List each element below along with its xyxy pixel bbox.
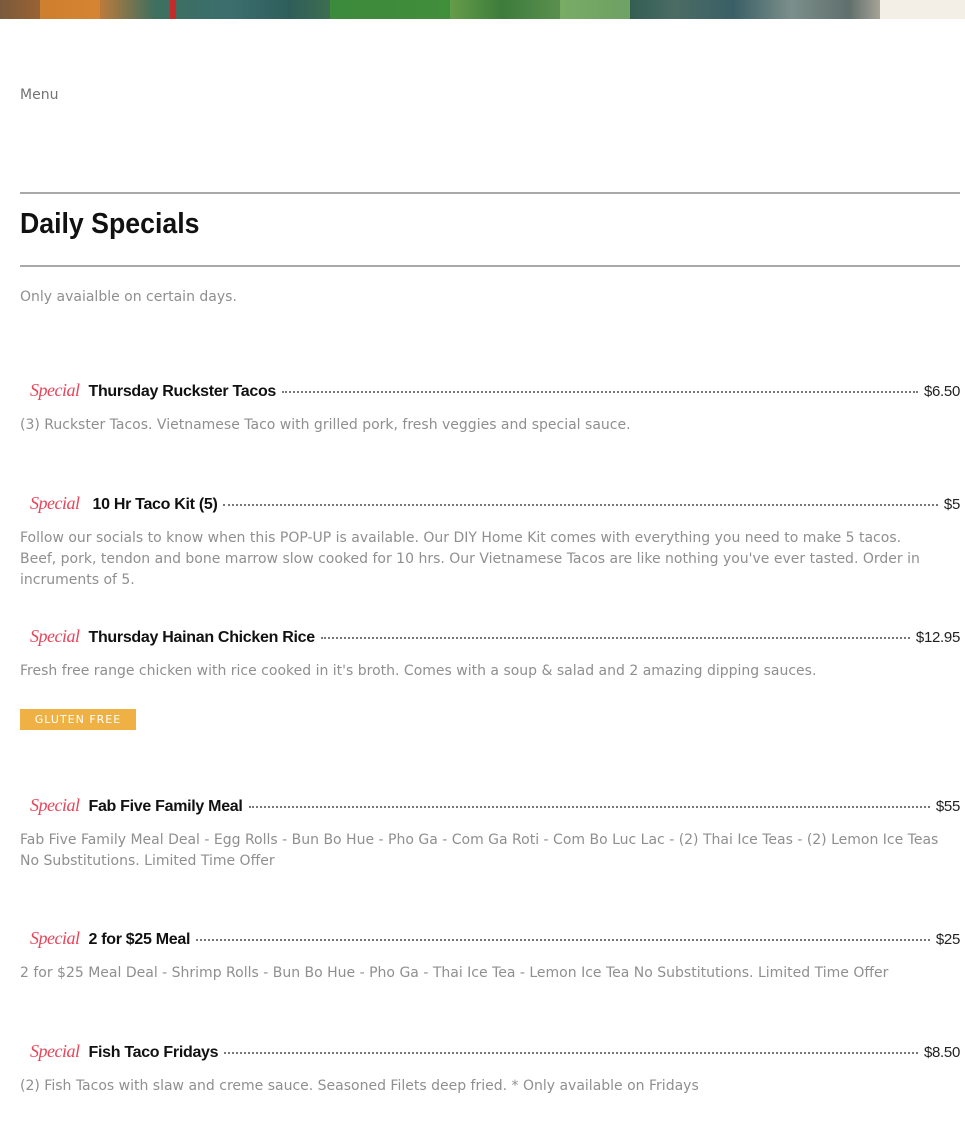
menu-item-name: Fab Five Family Meal	[88, 798, 243, 815]
menu-item: Special Thursday Ruckster Tacos $6.50 (3…	[20, 380, 960, 436]
menu-item-name: 10 Hr Taco Kit (5)	[92, 496, 218, 513]
menu-item-description: (2) Fish Tacos with slaw and creme sauce…	[20, 1078, 699, 1094]
section-divider-bottom	[20, 265, 960, 267]
menu-item-description: (3) Ruckster Tacos. Vietnamese Taco with…	[20, 417, 631, 433]
special-badge: Special	[30, 380, 80, 400]
special-badge: Special	[30, 626, 80, 646]
menu-item: Special 2 for $25 Meal $25 2 for $25 Mea…	[20, 928, 960, 984]
special-badge: Special	[30, 928, 80, 948]
section-title: Daily Specials	[20, 208, 200, 240]
menu-item-price: $5	[943, 496, 960, 513]
section-divider-top	[20, 192, 960, 194]
menu-item: Special Fish Taco Fridays $8.50 (2) Fish…	[20, 1041, 960, 1097]
special-badge: Special	[30, 493, 80, 513]
dot-leader	[248, 794, 930, 808]
dot-leader	[282, 379, 918, 393]
gluten-free-tag: GLUTEN FREE	[20, 709, 136, 730]
menu-item: Special Fab Five Family Meal $55 Fab Fiv…	[20, 795, 960, 872]
section-description: Only avaialble on certain days.	[20, 289, 237, 305]
menu-item-price: $8.50	[923, 1044, 960, 1061]
hero-banner-image	[0, 0, 965, 19]
menu-item-description: Fresh free range chicken with rice cooke…	[20, 663, 817, 679]
menu-item: Special Thursday Hainan Chicken Rice $12…	[20, 626, 960, 682]
menu-item-name: Thursday Ruckster Tacos	[88, 383, 277, 400]
menu-item-name: 2 for $25 Meal	[88, 931, 191, 948]
menu-item-price: $6.50	[923, 383, 960, 400]
special-badge: Special	[30, 1041, 80, 1061]
menu-item-price: $55	[935, 798, 960, 815]
special-badge: Special	[30, 795, 80, 815]
menu-item-description: 2 for $25 Meal Deal - Shrimp Rolls - Bun…	[20, 965, 889, 981]
menu-item-name: Thursday Hainan Chicken Rice	[88, 629, 315, 646]
menu-item-description: Follow our socials to know when this POP…	[20, 530, 920, 588]
dot-leader	[320, 625, 910, 639]
dot-leader	[224, 1040, 918, 1054]
nav-menu-link[interactable]: Menu	[20, 87, 58, 103]
menu-item-name: Fish Taco Fridays	[88, 1044, 219, 1061]
menu-item-description: Fab Five Family Meal Deal - Egg Rolls - …	[20, 832, 939, 869]
menu-item: Special 10 Hr Taco Kit (5) $5 Follow our…	[20, 493, 960, 591]
dot-leader	[196, 927, 930, 941]
dot-leader	[223, 492, 938, 506]
menu-item-price: $25	[935, 931, 960, 948]
menu-item-price: $12.95	[915, 629, 960, 646]
